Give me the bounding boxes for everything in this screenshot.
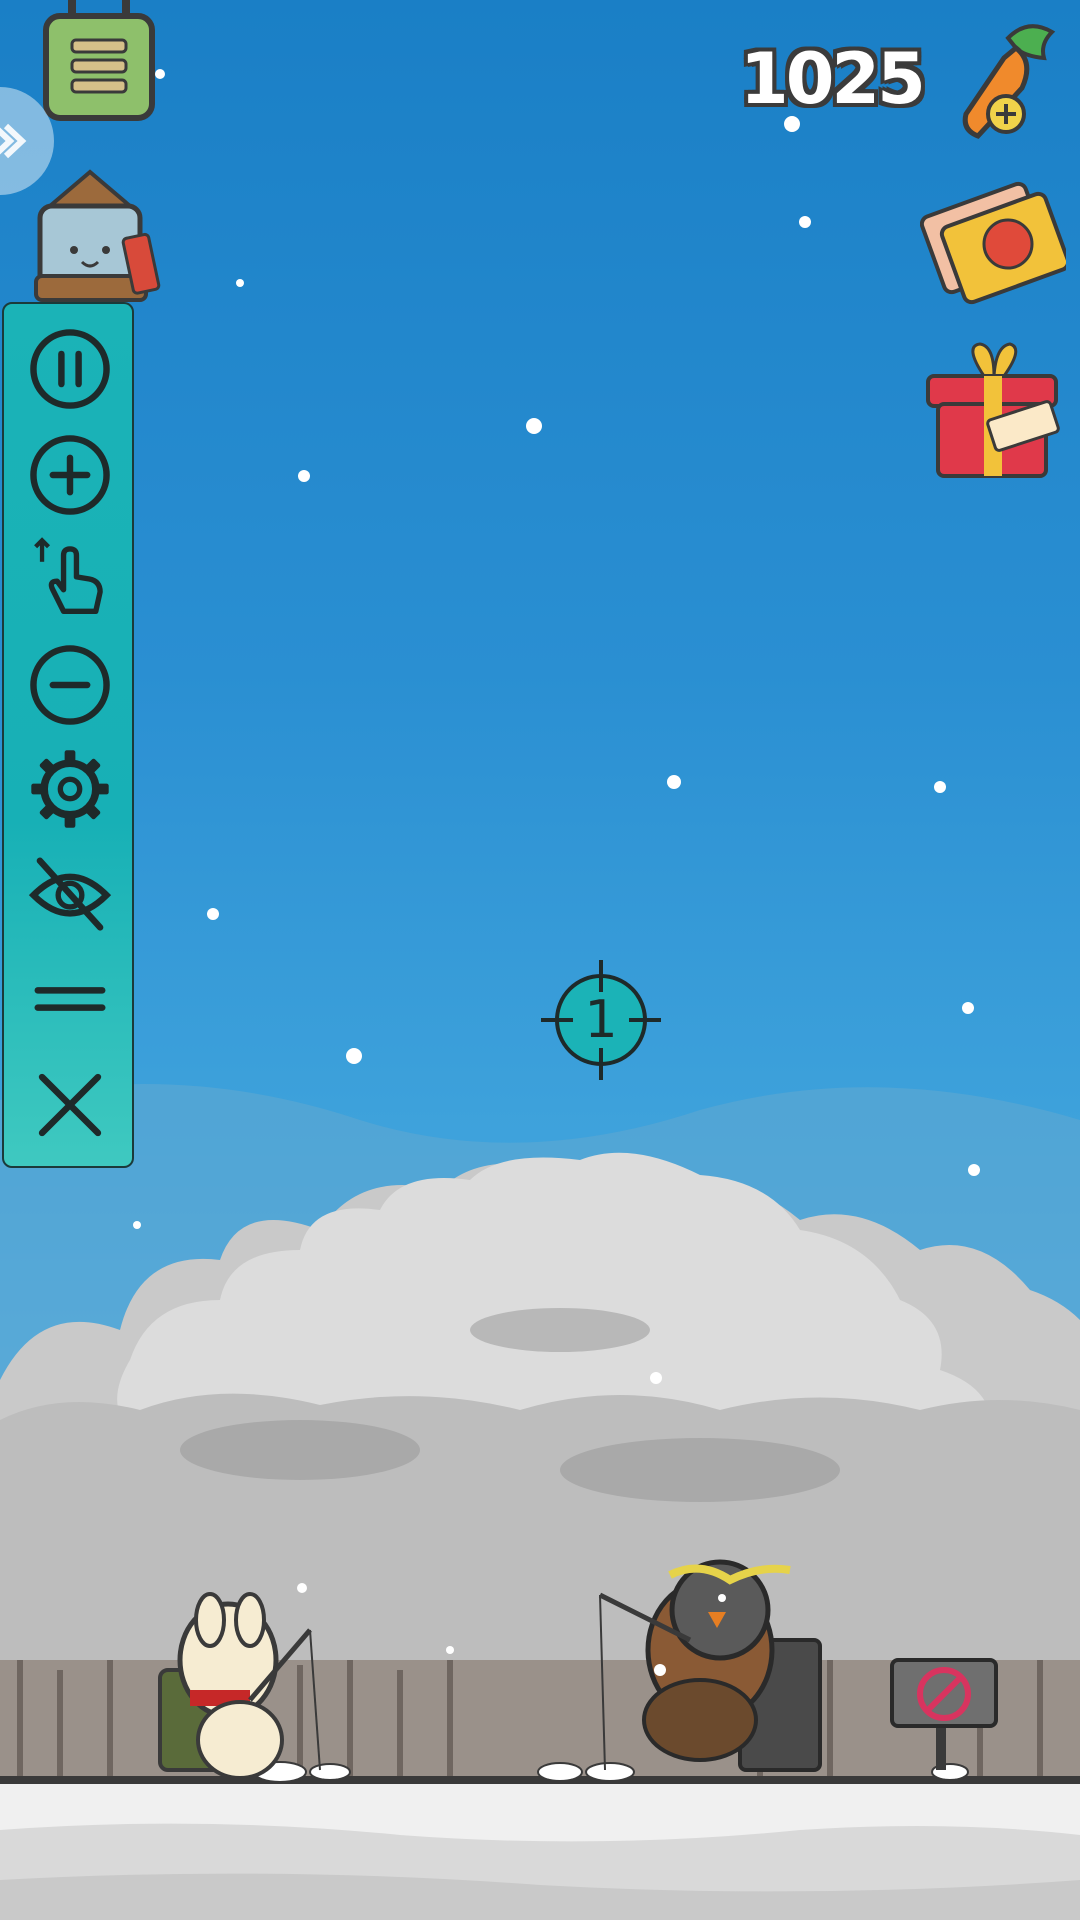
tap-gesture-icon — [34, 537, 103, 614]
starter-gift-box[interactable] — [924, 336, 1064, 484]
minus-circle-icon — [30, 645, 110, 725]
add-point-button[interactable] — [25, 430, 115, 520]
lucky-charm-character[interactable] — [30, 166, 166, 306]
pause-icon — [30, 329, 110, 409]
drag-handle[interactable] — [25, 954, 115, 1044]
game-screen[interactable]: 1025 1 — [0, 0, 1080, 1920]
close-icon — [38, 1073, 102, 1137]
ticket-icon[interactable] — [919, 172, 1071, 306]
carrot-add-icon[interactable] — [948, 18, 1058, 140]
eye-off-icon — [28, 857, 112, 931]
gear-icon — [31, 750, 109, 828]
tap-target-number: 1 — [584, 990, 618, 1050]
settings-button[interactable] — [25, 744, 115, 834]
hide-button[interactable] — [25, 848, 115, 938]
tap-gesture-button[interactable] — [25, 534, 115, 624]
menu-button[interactable] — [42, 0, 156, 122]
plus-circle-icon — [30, 435, 110, 515]
remove-point-button[interactable] — [25, 640, 115, 730]
carrot-count: 1025 — [740, 38, 926, 120]
tap-target-crosshair[interactable]: 1 — [539, 958, 663, 1082]
floating-toolbar[interactable] — [2, 302, 134, 1168]
pause-button[interactable] — [25, 324, 115, 414]
drag-handle-icon — [34, 987, 106, 1011]
close-button[interactable] — [25, 1060, 115, 1150]
